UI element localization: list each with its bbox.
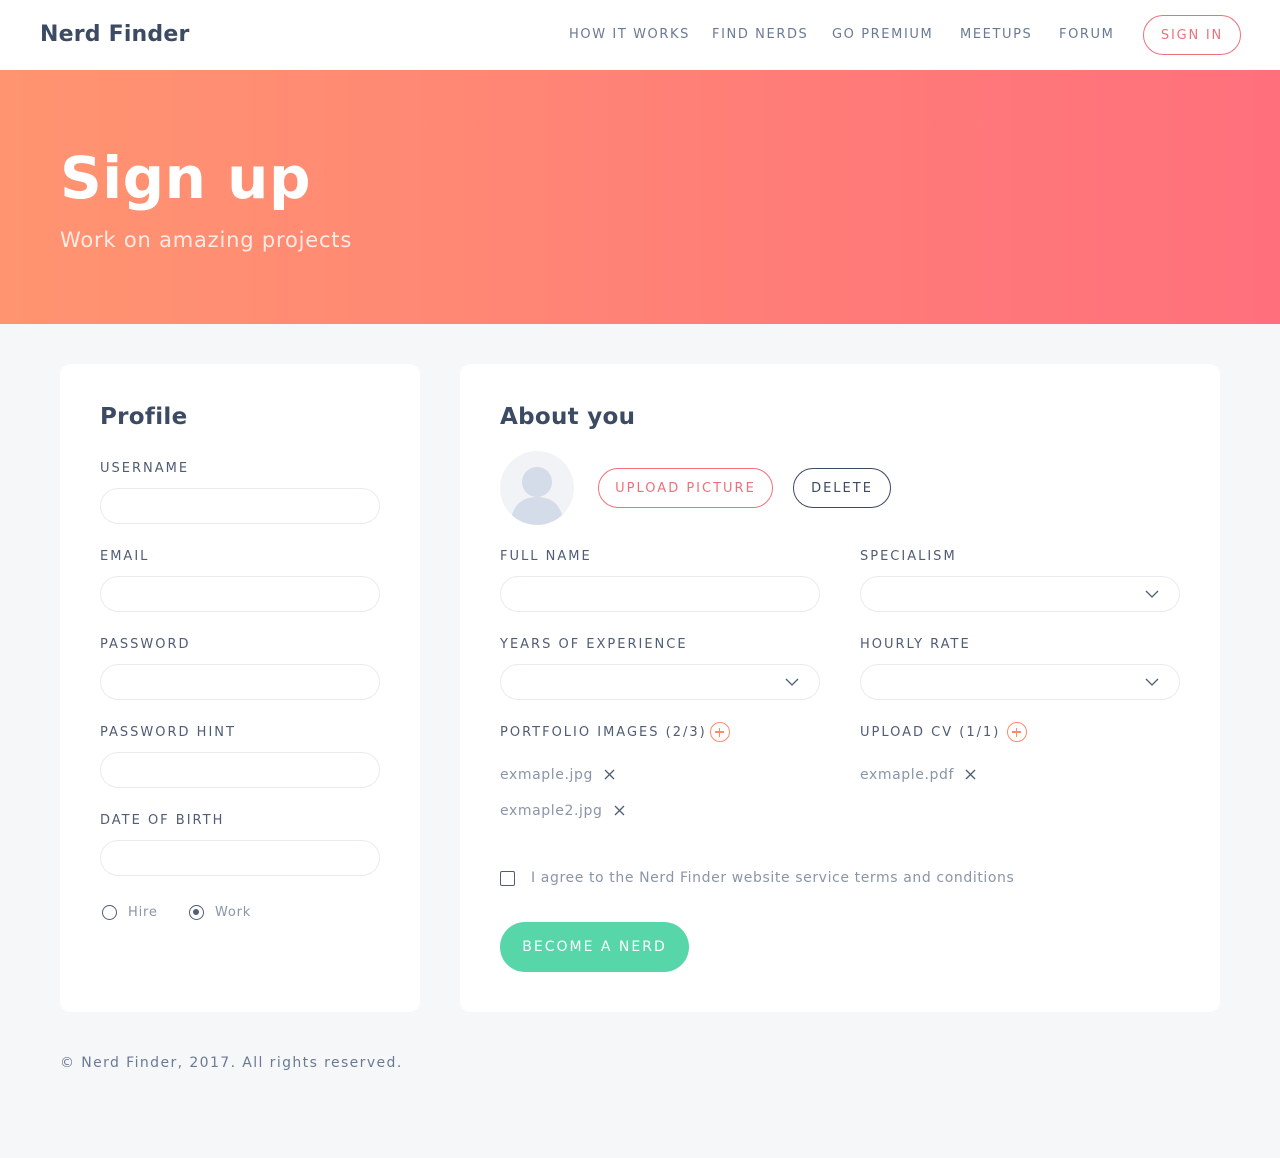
nav-go-premium[interactable]: GO PREMIUM [832,27,933,42]
hero-banner: Sign up Work on amazing projects [0,70,1280,324]
nav-meetups[interactable]: MEETUPS [960,27,1032,42]
cv-file-1: exmaple.pdf [860,767,955,783]
years-of-experience-select[interactable] [500,664,820,700]
upload-picture-button[interactable]: UPLOAD PICTURE [598,468,773,508]
email-label: EMAIL [100,549,150,564]
hourly-rate-select[interactable] [860,664,1180,700]
years-of-experience-label: YEARS OF EXPERIENCE [500,637,688,652]
nav-forum[interactable]: FORUM [1059,27,1114,42]
profile-heading: Profile [100,404,188,430]
remove-cv-file-icon[interactable] [965,769,976,780]
hourly-rate-label: HOURLY RATE [860,637,971,652]
delete-picture-button[interactable]: DELETE [793,468,891,508]
footer-copyright: © Nerd Finder, 2017. All rights reserved… [60,1055,403,1071]
specialism-label: SPECIALISM [860,549,957,564]
password-hint-label: PASSWORD HINT [100,725,236,740]
radio-circle-work[interactable] [189,905,204,920]
remove-portfolio-file-1-icon[interactable] [604,769,615,780]
main-nav: HOW IT WORKS FIND NERDS GO PREMIUM MEETU… [0,27,1280,47]
password-hint-input[interactable] [100,752,380,788]
specialism-select[interactable] [860,576,1180,612]
date-of-birth-label: DATE OF BIRTH [100,813,225,828]
email-input[interactable] [100,576,380,612]
nav-how-it-works[interactable]: HOW IT WORKS [569,27,690,42]
become-a-nerd-button[interactable]: BECOME A NERD [500,922,689,972]
add-cv-icon[interactable] [1007,722,1027,742]
radio-circle-hire[interactable] [102,905,117,920]
remove-portfolio-file-2-icon[interactable] [614,805,625,816]
portfolio-file-2: exmaple2.jpg [500,803,603,819]
add-portfolio-image-icon[interactable] [710,722,730,742]
radio-label-work: Work [215,905,252,920]
profile-card: Profile USERNAME EMAIL PASSWORD PASSWORD… [60,364,420,1012]
portfolio-file-1: exmaple.jpg [500,767,593,783]
upload-cv-label: UPLOAD CV (1/1) [860,725,1001,740]
top-navbar: Nerd Finder HOW IT WORKS FIND NERDS GO P… [0,0,1280,70]
date-of-birth-input[interactable] [100,840,380,876]
avatar-placeholder [500,451,574,525]
sign-in-button[interactable]: SIGN IN [1143,15,1241,55]
page-subtitle: Work on amazing projects [60,228,353,252]
radio-label-hire: Hire [128,905,158,920]
password-input[interactable] [100,664,380,700]
password-label: PASSWORD [100,637,191,652]
full-name-label: FULL NAME [500,549,592,564]
terms-checkbox[interactable] [500,871,515,886]
nav-find-nerds[interactable]: FIND NERDS [712,27,808,42]
full-name-input[interactable] [500,576,820,612]
chevron-down-icon [785,678,799,686]
about-card: About you UPLOAD PICTURE DELETE FULL NAM… [460,364,1220,1012]
chevron-down-icon [1145,590,1159,598]
username-label: USERNAME [100,461,190,476]
user-silhouette-icon [510,467,564,525]
radio-hire[interactable]: Hire [102,905,158,920]
radio-work[interactable]: Work [189,905,251,920]
portfolio-images-label: PORTFOLIO IMAGES (2/3) [500,725,707,740]
about-heading: About you [500,404,636,430]
username-input[interactable] [100,488,380,524]
page-title: Sign up [60,144,311,212]
terms-label[interactable]: I agree to the Nerd Finder website servi… [531,870,1014,886]
chevron-down-icon [1145,678,1159,686]
